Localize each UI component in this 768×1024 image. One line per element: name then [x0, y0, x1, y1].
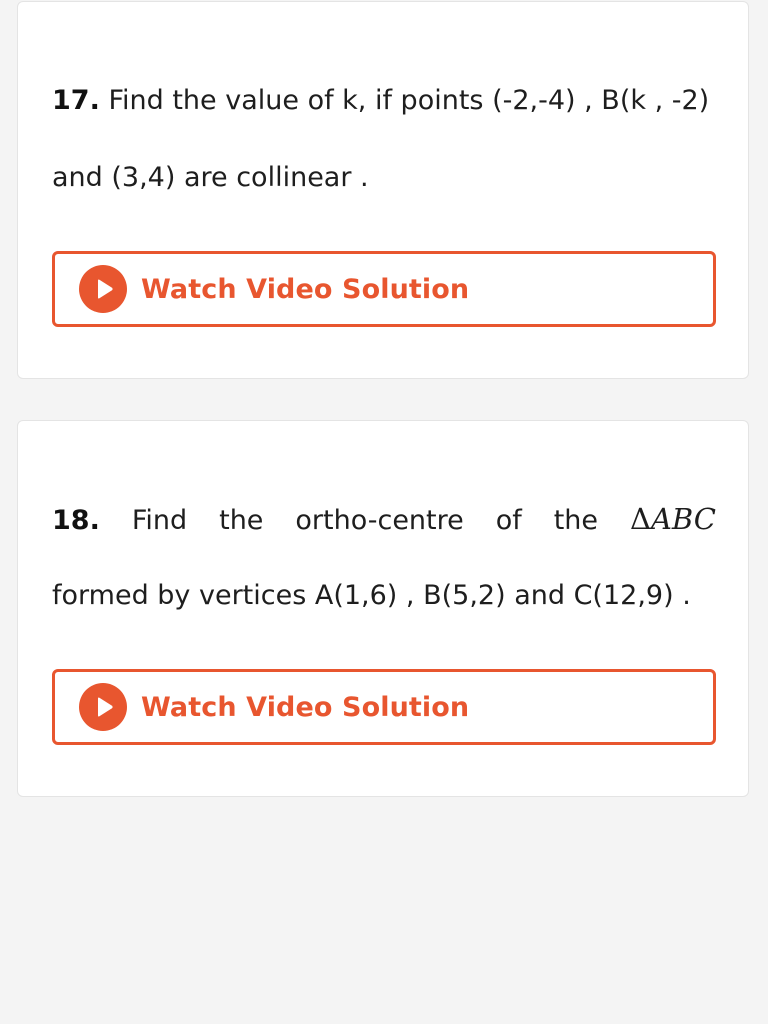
watch-video-solution-label: Watch Video Solution	[141, 273, 470, 305]
triangle-vertices: ABC	[650, 502, 716, 536]
question-text: Find the value of k, if points (-2,-4) ,…	[108, 85, 710, 116]
question-word: Find	[131, 505, 188, 536]
watch-video-solution-button[interactable]: Watch Video Solution	[52, 669, 716, 745]
question-text-line-2: and (3,4) are collinear .	[52, 162, 369, 193]
question-card-17: 17. Find the value of k, if points (-2,-…	[17, 1, 749, 379]
play-circle-icon	[79, 683, 127, 731]
question-number: 18.	[52, 505, 100, 536]
question-number: 17.	[52, 85, 100, 116]
question-word: the	[219, 505, 264, 536]
watch-video-solution-button[interactable]: Watch Video Solution	[52, 251, 716, 327]
question-text-line-1: 17. Find the value of k, if points (-2,-…	[52, 84, 716, 118]
question-word: ortho-centre	[295, 505, 464, 536]
triangle-abc-math: ΔABC	[630, 502, 716, 536]
watch-video-solution-label: Watch Video Solution	[141, 691, 470, 723]
play-circle-icon	[79, 265, 127, 313]
delta-symbol: Δ	[630, 502, 651, 536]
question-text-line-1: 18. Find the ortho-centre of the ΔABC	[52, 502, 716, 538]
question-card-18: 18. Find the ortho-centre of the ΔABC fo…	[17, 420, 749, 797]
question-word: the	[553, 505, 599, 536]
question-word: of	[495, 505, 522, 536]
question-text-line-2: formed by vertices A(1,6) , B(5,2) and C…	[52, 580, 691, 611]
